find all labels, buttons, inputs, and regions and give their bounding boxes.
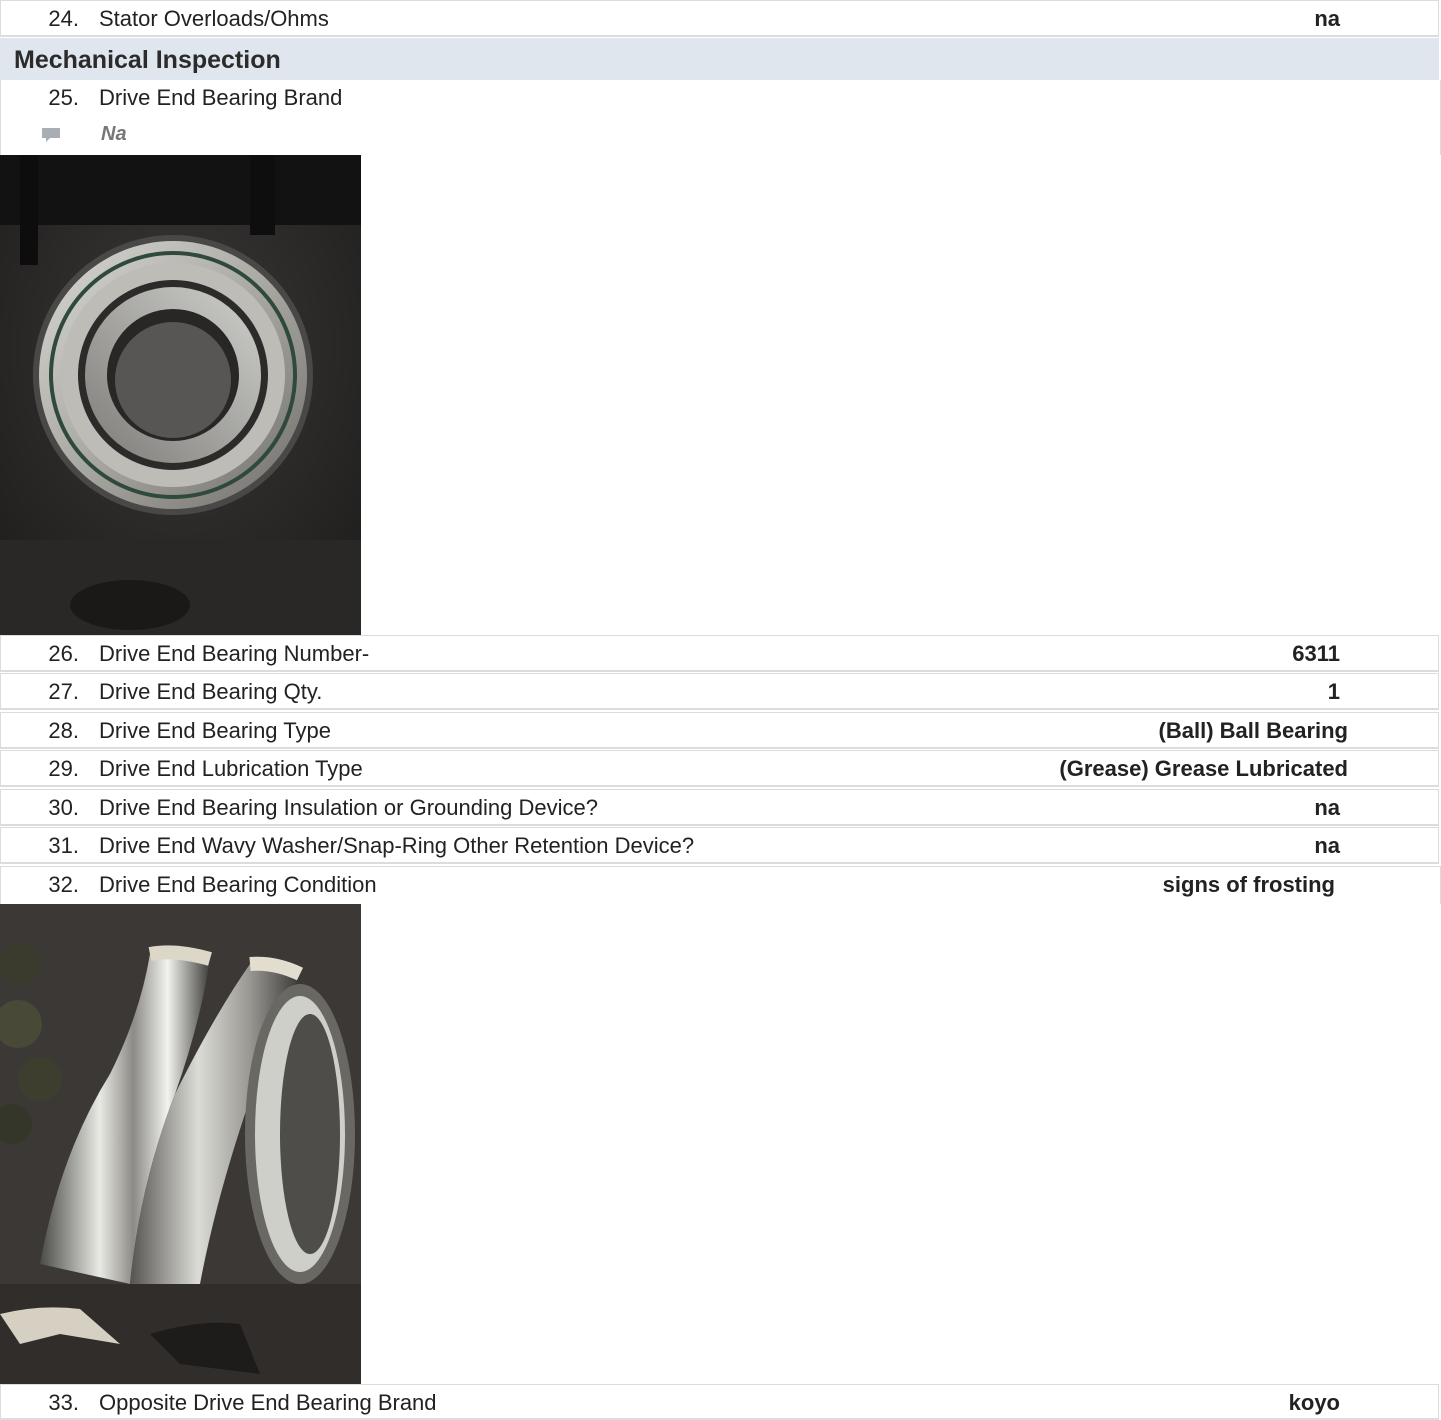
item-number: 29. bbox=[48, 756, 79, 781]
section-title: Mechanical Inspection bbox=[14, 46, 281, 74]
item-answer: signs of frosting bbox=[1162, 872, 1335, 897]
item-answer: na bbox=[1314, 833, 1340, 858]
item-answer: (Ball) Ball Bearing bbox=[1158, 718, 1348, 743]
inspection-row-29: 29. Drive End Lubrication Type (Grease) … bbox=[0, 750, 1439, 787]
item-comment: Na bbox=[101, 123, 127, 145]
inspection-row-24: 24. Stator Overloads/Ohms na bbox=[0, 0, 1439, 37]
bearing-condition-photo-image bbox=[0, 904, 361, 1384]
inspection-row-31: 31. Drive End Wavy Washer/Snap-Ring Othe… bbox=[0, 827, 1439, 864]
inspection-row-25: 25. Drive End Bearing Brand Na bbox=[0, 80, 1441, 155]
inspection-row-28: 28. Drive End Bearing Type (Ball) Ball B… bbox=[0, 712, 1439, 749]
item-number: 26. bbox=[48, 641, 79, 666]
inspection-row-26: 26. Drive End Bearing Number- 6311 bbox=[0, 635, 1439, 672]
item-label: Drive End Bearing Insulation or Groundin… bbox=[99, 795, 598, 820]
item-answer: na bbox=[1314, 6, 1340, 31]
item-answer: 1 bbox=[1327, 679, 1340, 704]
drive-end-bearing-photo[interactable] bbox=[0, 155, 361, 635]
item-number: 27. bbox=[48, 679, 79, 704]
item-number: 25. bbox=[48, 85, 79, 110]
drive-end-bearing-condition-photo[interactable] bbox=[0, 904, 361, 1384]
item-answer: na bbox=[1314, 795, 1340, 820]
item-label: Drive End Bearing Number- bbox=[99, 641, 370, 666]
item-label: Stator Overloads/Ohms bbox=[99, 6, 329, 31]
inspection-row-32: 32. Drive End Bearing Condition signs of… bbox=[0, 866, 1441, 904]
item-number: 33. bbox=[48, 1390, 79, 1415]
section-header-mechanical-inspection: Mechanical Inspection bbox=[0, 38, 1439, 80]
item-label: Drive End Bearing Qty. bbox=[99, 679, 323, 704]
bearing-photo-image bbox=[0, 155, 361, 635]
inspection-row-33: 33. Opposite Drive End Bearing Brand koy… bbox=[0, 1384, 1439, 1420]
item-label: Drive End Lubrication Type bbox=[99, 756, 363, 781]
item-answer: 6311 bbox=[1292, 641, 1340, 666]
item-answer: koyo bbox=[1288, 1390, 1340, 1415]
item-label: Drive End Bearing Condition bbox=[99, 872, 377, 897]
item-label: Drive End Wavy Washer/Snap-Ring Other Re… bbox=[99, 833, 695, 858]
comment-icon bbox=[42, 128, 60, 142]
inspection-row-27: 27. Drive End Bearing Qty. 1 bbox=[0, 673, 1439, 710]
item-number: 24. bbox=[48, 6, 79, 31]
item-label: Drive End Bearing Brand bbox=[99, 85, 343, 110]
item-number: 30. bbox=[48, 795, 79, 820]
item-answer: (Grease) Grease Lubricated bbox=[1059, 756, 1348, 781]
item-number: 32. bbox=[48, 872, 79, 897]
item-label: Drive End Bearing Type bbox=[99, 718, 331, 743]
inspection-row-30: 30. Drive End Bearing Insulation or Grou… bbox=[0, 789, 1439, 826]
item-number: 28. bbox=[48, 718, 79, 743]
item-number: 31. bbox=[48, 833, 79, 858]
item-label: Opposite Drive End Bearing Brand bbox=[99, 1390, 437, 1415]
